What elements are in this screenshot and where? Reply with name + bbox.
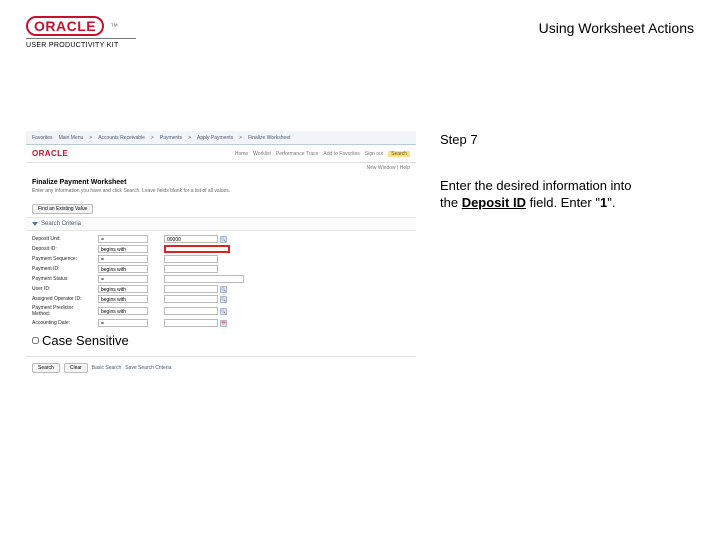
field-label: Accounting Date:: [32, 320, 92, 326]
brand-block: ORACLE ™ USER PRODUCTIVITY KIT: [26, 16, 136, 49]
field-label: Deposit Unit:: [32, 236, 92, 242]
instruction-text: Enter the desired information into the D…: [440, 177, 694, 212]
clear-button[interactable]: Clear: [64, 363, 88, 373]
field-label: Payment Predictor Method:: [32, 305, 92, 317]
checkbox-label: Case Sensitive: [42, 333, 129, 348]
section-search-criteria[interactable]: Search Criteria: [26, 217, 416, 231]
operator-select[interactable]: begins with: [98, 285, 148, 293]
trademark: ™: [110, 22, 119, 31]
save-search-link[interactable]: Save Search Criteria: [125, 363, 171, 373]
calendar-icon[interactable]: 📅: [220, 320, 227, 327]
oracle-mini-logo: ORACLE: [32, 149, 68, 158]
lookup-icon[interactable]: 🔍: [220, 236, 227, 243]
deposit-id-input[interactable]: [164, 245, 230, 253]
instruction-panel: Step 7 Enter the desired information int…: [440, 131, 694, 212]
breadcrumb: Favorites Main Menu> Accounts Receivable…: [26, 131, 416, 145]
operator-select[interactable]: =: [98, 235, 148, 243]
crumb[interactable]: Finalize Worksheet: [248, 135, 290, 141]
case-sensitive-checkbox[interactable]: Case Sensitive: [32, 333, 410, 348]
field-label: Assigned Operator ID:: [32, 296, 92, 302]
field-label: Payment ID:: [32, 266, 92, 272]
tab-find-existing[interactable]: Find an Existing Value: [32, 204, 93, 214]
header-links: Home Worklist Performance Trace Add to F…: [235, 151, 410, 157]
lookup-icon[interactable]: 🔍: [220, 286, 227, 293]
section-title: Search Criteria: [41, 221, 81, 227]
search-button[interactable]: Search: [32, 363, 60, 373]
operator-select[interactable]: =: [98, 275, 148, 283]
field-label: Payment Sequence:: [32, 256, 92, 262]
page-title: Finalize Payment Worksheet: [26, 173, 416, 188]
operator-select[interactable]: =: [98, 255, 148, 263]
criteria-input[interactable]: [164, 307, 218, 315]
page-description: Enter any information you have and click…: [26, 188, 416, 198]
header-search[interactable]: Search: [388, 151, 410, 157]
chevron-down-icon: [32, 222, 38, 226]
crumb[interactable]: Payments: [160, 135, 182, 141]
brand-subline: USER PRODUCTIVITY KIT: [26, 42, 136, 49]
criteria-input[interactable]: [164, 255, 218, 263]
criteria-input[interactable]: [164, 319, 218, 327]
lookup-icon[interactable]: 🔍: [220, 296, 227, 303]
field-name: Deposit ID: [462, 195, 526, 210]
field-label: Payment Status:: [32, 276, 92, 282]
header-link-worklist[interactable]: Worklist: [253, 151, 271, 157]
field-label: User ID:: [32, 286, 92, 292]
crumb[interactable]: Favorites: [32, 135, 53, 141]
criteria-input[interactable]: [164, 265, 218, 273]
criteria-input[interactable]: [164, 295, 218, 303]
operator-select[interactable]: begins with: [98, 307, 148, 315]
criteria-input[interactable]: [164, 275, 244, 283]
crumb[interactable]: Accounts Receivable: [98, 135, 145, 141]
operator-select[interactable]: begins with: [98, 265, 148, 273]
oracle-logo: ORACLE: [26, 16, 104, 36]
criteria-input[interactable]: [164, 285, 218, 293]
window-links[interactable]: New Window | Help: [26, 163, 416, 173]
header-link-signout[interactable]: Sign out: [365, 151, 383, 157]
document-title: Using Worksheet Actions: [539, 20, 694, 36]
crumb[interactable]: Apply Payments: [197, 135, 233, 141]
header-link-perf[interactable]: Performance Trace: [276, 151, 319, 157]
operator-select[interactable]: begins with: [98, 245, 148, 253]
operator-select[interactable]: begins with: [98, 295, 148, 303]
operator-select[interactable]: =: [98, 319, 148, 327]
field-label: Deposit ID:: [32, 246, 92, 252]
crumb[interactable]: Main Menu: [59, 135, 84, 141]
header-link-fav[interactable]: Add to Favorites: [323, 151, 359, 157]
basic-search-link[interactable]: Basic Search: [92, 363, 121, 373]
lookup-icon[interactable]: 🔍: [220, 308, 227, 315]
header-link-home[interactable]: Home: [235, 151, 248, 157]
app-screenshot: Favorites Main Menu> Accounts Receivable…: [26, 131, 416, 379]
criteria-input[interactable]: 00000: [164, 235, 218, 243]
step-label: Step 7: [440, 131, 694, 149]
